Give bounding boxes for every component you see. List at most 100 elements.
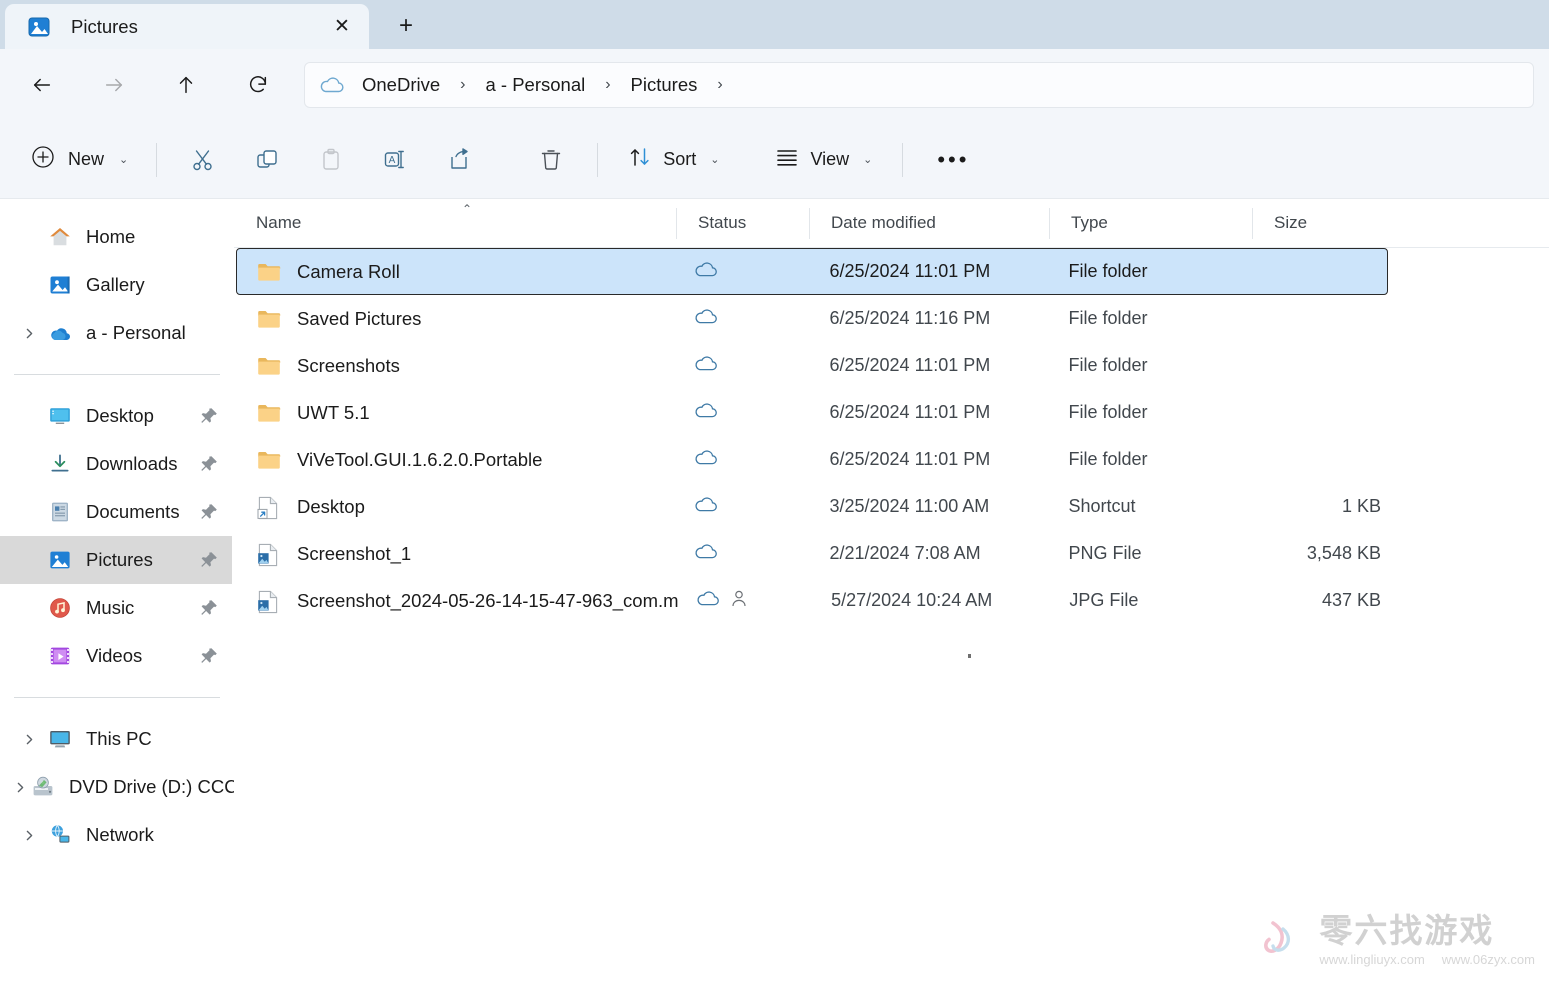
file-name-cell[interactable]: Screenshots xyxy=(237,343,677,388)
sort-button[interactable]: Sort ⌄ xyxy=(616,138,731,182)
share-button[interactable] xyxy=(437,138,481,182)
file-date-cell: 6/25/2024 11:16 PM xyxy=(809,296,1048,341)
expand-chevron-icon[interactable] xyxy=(14,781,27,794)
breadcrumb-item-pictures[interactable]: Pictures xyxy=(624,71,705,99)
sidebar-item-network[interactable]: Network xyxy=(0,811,232,859)
more-options-button[interactable]: ••• xyxy=(931,138,975,182)
file-name-cell[interactable]: ViVeTool.GUI.1.6.2.0.Portable xyxy=(237,437,677,482)
file-name-cell[interactable]: Screenshot_2024-05-26-14-15-47-963_com.m… xyxy=(237,578,679,623)
file-type-cell: File folder xyxy=(1048,296,1250,341)
downloads-icon xyxy=(48,452,72,476)
up-icon[interactable] xyxy=(166,65,206,105)
sidebar-item-a-personal[interactable]: a - Personal xyxy=(0,309,232,357)
sidebar-item-gallery[interactable]: Gallery xyxy=(0,261,232,309)
file-name-cell[interactable]: Screenshot_1 xyxy=(237,531,677,576)
pin-icon[interactable] xyxy=(198,549,220,571)
refresh-icon[interactable] xyxy=(238,65,278,105)
sidebar-item-pictures[interactable]: Pictures xyxy=(0,536,232,584)
column-header-name[interactable]: Name ⌃ xyxy=(234,199,676,248)
sidebar-item-videos[interactable]: Videos xyxy=(0,632,232,680)
sidebar-divider xyxy=(14,374,220,375)
view-button-label: View xyxy=(810,149,849,170)
pin-icon[interactable] xyxy=(198,597,220,619)
sidebar-item-dvd-drive-d-ccc[interactable]: DVD Drive (D:) CCC xyxy=(0,763,232,811)
breadcrumb-item-personal[interactable]: a - Personal xyxy=(478,71,592,99)
sidebar-item-documents[interactable]: Documents xyxy=(0,488,232,536)
close-icon[interactable]: ✕ xyxy=(327,12,357,42)
file-name-cell[interactable]: UWT 5.1 xyxy=(237,390,677,435)
image-file-icon xyxy=(257,590,279,612)
table-row[interactable]: Desktop3/25/2024 11:00 AMShortcut1 KB xyxy=(236,483,1388,530)
sidebar-item-label: Network xyxy=(86,824,154,846)
navigation-pane[interactable]: HomeGallerya - PersonalDesktopDownloadsD… xyxy=(0,199,234,986)
folder-icon xyxy=(257,261,279,283)
shortcut-icon xyxy=(257,496,279,518)
forward-icon[interactable] xyxy=(94,65,134,105)
column-header-status[interactable]: Status xyxy=(676,199,809,248)
onedrive-icon xyxy=(48,321,72,345)
expand-chevron-icon[interactable] xyxy=(14,327,44,340)
sidebar-item-desktop[interactable]: Desktop xyxy=(0,392,232,440)
file-type-cell: Shortcut xyxy=(1048,484,1250,529)
view-button[interactable]: View ⌄ xyxy=(763,138,884,182)
breadcrumb[interactable]: OneDrive › a - Personal › Pictures › xyxy=(304,62,1534,108)
file-type-cell: JPG File xyxy=(1049,578,1251,623)
chevron-right-icon[interactable]: › xyxy=(447,76,478,94)
chevron-down-icon: ⌄ xyxy=(119,153,128,166)
expand-chevron-icon[interactable] xyxy=(14,733,44,746)
toolbar-divider xyxy=(156,143,157,177)
pin-icon[interactable] xyxy=(198,453,220,475)
file-name-cell[interactable]: Saved Pictures xyxy=(237,296,677,341)
sidebar-item-label: Gallery xyxy=(86,274,145,296)
delete-button[interactable] xyxy=(529,138,573,182)
plus-circle-icon xyxy=(30,144,56,175)
table-row[interactable]: Screenshot_12/21/2024 7:08 AMPNG File3,5… xyxy=(236,530,1388,577)
file-name-cell[interactable]: Desktop xyxy=(237,484,677,529)
chevron-right-icon[interactable]: › xyxy=(592,76,623,94)
pin-icon[interactable] xyxy=(198,501,220,523)
sidebar-item-label: Pictures xyxy=(86,549,153,571)
cloud-icon xyxy=(693,401,719,425)
sidebar-item-label: DVD Drive (D:) CCC xyxy=(69,776,238,798)
sidebar-item-home[interactable]: Home xyxy=(0,213,232,261)
file-date-cell: 6/25/2024 11:01 PM xyxy=(809,249,1048,294)
file-name-cell[interactable]: Camera Roll xyxy=(237,249,677,294)
sidebar-item-this-pc[interactable]: This PC xyxy=(0,715,232,763)
watermark-url-2: www.06zyx.com xyxy=(1442,952,1535,967)
cursor-artifact xyxy=(968,654,971,658)
sidebar-item-label: Videos xyxy=(86,645,142,667)
table-row[interactable]: Screenshot_2024-05-26-14-15-47-963_com.m… xyxy=(236,577,1388,624)
sidebar-divider xyxy=(14,697,220,698)
file-name-label: Screenshots xyxy=(297,355,400,377)
new-tab-icon[interactable]: + xyxy=(389,9,423,43)
paste-button[interactable] xyxy=(309,138,353,182)
file-status-cell xyxy=(677,343,809,388)
copy-button[interactable] xyxy=(245,138,289,182)
back-icon[interactable] xyxy=(22,65,62,105)
sidebar-item-music[interactable]: Music xyxy=(0,584,232,632)
pin-icon[interactable] xyxy=(198,645,220,667)
folder-icon xyxy=(257,308,279,330)
file-status-cell xyxy=(677,296,809,341)
chevron-right-icon[interactable]: › xyxy=(704,76,735,94)
table-row[interactable]: ViVeTool.GUI.1.6.2.0.Portable6/25/2024 1… xyxy=(236,436,1388,483)
cut-button[interactable] xyxy=(181,138,225,182)
new-button[interactable]: New ⌄ xyxy=(18,138,142,182)
tab-pictures[interactable]: Pictures ✕ xyxy=(5,4,369,49)
gallery-icon xyxy=(48,273,72,297)
expand-chevron-icon[interactable] xyxy=(14,829,44,842)
rename-button[interactable]: A xyxy=(373,138,417,182)
table-row[interactable]: Camera Roll6/25/2024 11:01 PMFile folder xyxy=(236,248,1388,295)
table-row[interactable]: Screenshots6/25/2024 11:01 PMFile folder xyxy=(236,342,1388,389)
column-header-size[interactable]: Size xyxy=(1252,199,1389,248)
column-header-type[interactable]: Type xyxy=(1049,199,1252,248)
pin-icon[interactable] xyxy=(198,405,220,427)
folder-icon xyxy=(257,449,279,471)
column-header-date-modified[interactable]: Date modified xyxy=(809,199,1049,248)
sidebar-item-downloads[interactable]: Downloads xyxy=(0,440,232,488)
watermark-title: 零六找游戏 xyxy=(1319,914,1535,949)
table-row[interactable]: Saved Pictures 6/25/2024 11:16 PMFile fol… xyxy=(236,295,1388,342)
breadcrumb-item-onedrive[interactable]: OneDrive xyxy=(355,71,447,99)
pictures-tab-icon xyxy=(27,15,51,39)
table-row[interactable]: UWT 5.16/25/2024 11:01 PMFile folder xyxy=(236,389,1388,436)
